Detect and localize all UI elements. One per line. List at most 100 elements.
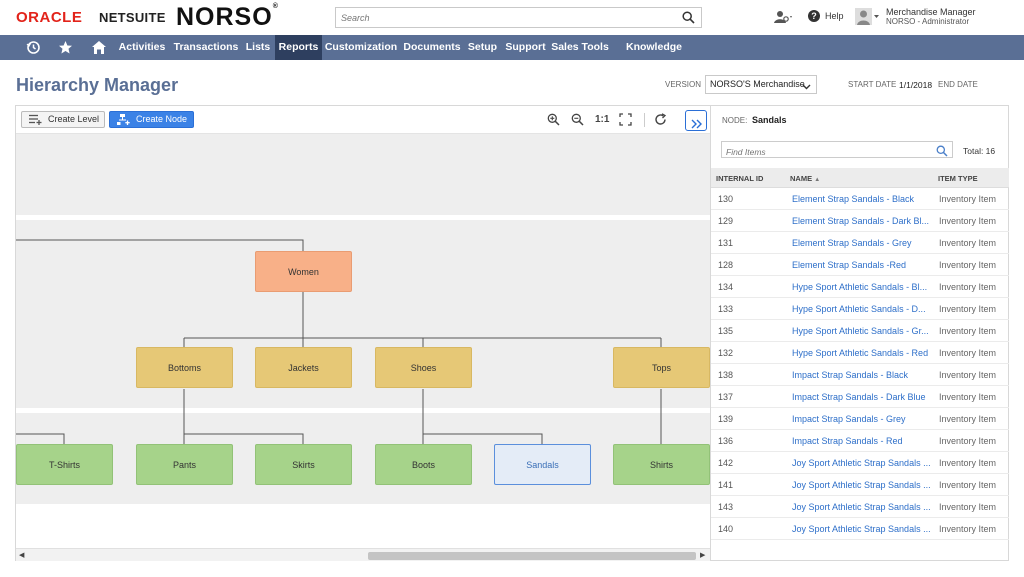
item-type: Inventory Item xyxy=(939,480,997,490)
version-label: VERSION xyxy=(665,80,702,89)
node-women[interactable]: Women xyxy=(255,251,352,292)
nav-activities[interactable]: Activities xyxy=(117,35,167,60)
item-name-link[interactable]: Element Strap Sandals - Dark Bl... xyxy=(792,216,932,226)
item-name-link[interactable]: Joy Sport Athletic Strap Sandals ... xyxy=(792,480,932,490)
table-row[interactable]: 138 Impact Strap Sandals - Black Inventory… xyxy=(711,364,1009,386)
nav-transactions[interactable]: Transactions xyxy=(171,35,241,60)
item-name-link[interactable]: Impact Strap Sandals - Grey xyxy=(792,414,932,424)
create-level-button[interactable]: Create Level xyxy=(21,111,105,128)
node-t-shirts[interactable]: T-Shirts xyxy=(16,444,113,485)
item-name-link[interactable]: Impact Strap Sandals - Red xyxy=(792,436,932,446)
search-icon[interactable] xyxy=(936,144,948,162)
node-items-panel: NODE: Sandals Total: 16 INTERNAL ID NAME… xyxy=(710,106,1009,560)
scroll-right-icon[interactable]: ▶ xyxy=(700,551,705,559)
table-row[interactable]: 128 Element Strap Sandals -Red Inventory I… xyxy=(711,254,1009,276)
item-type: Inventory Item xyxy=(939,326,997,336)
table-row[interactable]: 131 Element Strap Sandals - Grey Inventory… xyxy=(711,232,1009,254)
item-type: Inventory Item xyxy=(939,502,997,512)
find-items-input[interactable] xyxy=(722,144,927,160)
zoom-out-icon[interactable] xyxy=(571,113,584,131)
item-name-link[interactable]: Element Strap Sandals - Grey xyxy=(792,238,932,248)
table-row[interactable]: 142 Joy Sport Athletic Strap Sandals ... I… xyxy=(711,452,1009,474)
node-shoes[interactable]: Shoes xyxy=(375,347,472,388)
fit-screen-icon[interactable] xyxy=(619,113,632,131)
item-name-link[interactable]: Element Strap Sandals - Black xyxy=(792,194,932,204)
hierarchy-canvas[interactable]: Women Bottoms Jackets Shoes Tops T-Shirt… xyxy=(16,134,710,548)
node-boots[interactable]: Boots xyxy=(375,444,472,485)
table-row[interactable]: 137 Impact Strap Sandals - Dark Blue Inven… xyxy=(711,386,1009,408)
scroll-left-icon[interactable]: ◀ xyxy=(19,551,24,559)
table-row[interactable]: 140 Joy Sport Athletic Strap Sandals ... I… xyxy=(711,518,1009,540)
item-internal-id: 138 xyxy=(718,370,734,380)
table-row[interactable]: 143 Joy Sport Athletic Strap Sandals ... I… xyxy=(711,496,1009,518)
history-icon[interactable] xyxy=(26,40,41,60)
search-icon[interactable] xyxy=(682,11,695,29)
table-row[interactable]: 133 Hype Sport Athletic Sandals - D... Inv… xyxy=(711,298,1009,320)
nav-setup[interactable]: Setup xyxy=(466,35,499,60)
column-item-type[interactable]: ITEM TYPE xyxy=(938,174,978,183)
node-skirts[interactable]: Skirts xyxy=(255,444,352,485)
table-row[interactable]: 129 Element Strap Sandals - Dark Bl... Inv… xyxy=(711,210,1009,232)
column-internal-id[interactable]: INTERNAL ID xyxy=(716,174,763,183)
node-jackets[interactable]: Jackets xyxy=(255,347,352,388)
nav-knowledge-base[interactable]: Knowledge Base xyxy=(613,35,695,78)
item-type: Inventory Item xyxy=(939,436,997,446)
node-shirts[interactable]: Shirts xyxy=(613,444,710,485)
user-menu[interactable]: Merchandise Manager NORSO - Administrato… xyxy=(886,8,976,27)
item-name-link[interactable]: Impact Strap Sandals - Dark Blue xyxy=(792,392,932,402)
nav-lists[interactable]: Lists xyxy=(243,35,273,60)
canvas-horizontal-scrollbar[interactable]: ◀ ▶ xyxy=(16,548,710,561)
nav-reports[interactable]: Reports xyxy=(275,35,322,60)
oracle-logo: ORACLE xyxy=(16,9,83,26)
item-name-link[interactable]: Joy Sport Athletic Strap Sandals ... xyxy=(792,458,932,468)
help-link[interactable]: ? Help xyxy=(808,10,844,22)
scrollbar-thumb[interactable] xyxy=(368,552,696,560)
nav-support[interactable]: Support xyxy=(503,35,548,60)
star-icon[interactable] xyxy=(58,40,73,60)
nav-customization[interactable]: Customization xyxy=(324,35,398,60)
column-name[interactable]: NAME ▲ xyxy=(790,174,820,183)
search-input[interactable] xyxy=(336,8,666,28)
item-type: Inventory Item xyxy=(939,524,997,534)
item-name-link[interactable]: Impact Strap Sandals - Black xyxy=(792,370,932,380)
item-name-link[interactable]: Hype Sport Athletic Sandals - Red xyxy=(792,348,932,358)
page-title: Hierarchy Manager xyxy=(16,75,179,95)
nav-documents[interactable]: Documents xyxy=(402,35,462,60)
nav-sales-tools[interactable]: Sales Tools xyxy=(551,35,609,60)
create-node-icon xyxy=(117,114,130,130)
node-pants[interactable]: Pants xyxy=(136,444,233,485)
table-row[interactable]: 141 Joy Sport Athletic Strap Sandals ... I… xyxy=(711,474,1009,496)
node-bottoms[interactable]: Bottoms xyxy=(136,347,233,388)
home-icon[interactable] xyxy=(91,40,107,60)
create-node-button[interactable]: Create Node xyxy=(109,111,194,128)
item-internal-id: 130 xyxy=(718,194,734,204)
table-row[interactable]: 130 Element Strap Sandals - Black Inventor… xyxy=(711,188,1009,210)
table-row[interactable]: 135 Hype Sport Athletic Sandals - Gr... In… xyxy=(711,320,1009,342)
item-name-link[interactable]: Element Strap Sandals -Red xyxy=(792,260,932,270)
table-row[interactable]: 134 Hype Sport Athletic Sandals - Bl... In… xyxy=(711,276,1009,298)
node-sandals[interactable]: Sandals xyxy=(494,444,591,485)
item-name-link[interactable]: Hype Sport Athletic Sandals - D... xyxy=(792,304,932,314)
table-row[interactable]: 132 Hype Sport Athletic Sandals - Red Inve… xyxy=(711,342,1009,364)
item-name-link[interactable]: Hype Sport Athletic Sandals - Gr... xyxy=(792,326,932,336)
version-value: NORSO'S Merchandise xyxy=(710,79,805,89)
table-row[interactable]: 139 Impact Strap Sandals - Grey Inventory … xyxy=(711,408,1009,430)
avatar[interactable] xyxy=(855,8,881,30)
company-logo[interactable]: NORSO® xyxy=(176,3,279,32)
collapse-panel-button[interactable] xyxy=(685,110,707,131)
node-tops[interactable]: Tops xyxy=(613,347,710,388)
total-count: Total: 16 xyxy=(963,146,996,156)
actual-size-button[interactable]: 1:1 xyxy=(595,114,609,125)
item-type: Inventory Item xyxy=(939,216,997,226)
refresh-icon[interactable] xyxy=(654,113,667,131)
table-row[interactable]: 136 Impact Strap Sandals - Red Inventory I… xyxy=(711,430,1009,452)
user-cog-icon[interactable] xyxy=(774,10,794,29)
item-name-link[interactable]: Hype Sport Athletic Sandals - Bl... xyxy=(792,282,932,292)
node-label: NODE: xyxy=(722,116,748,125)
version-select[interactable]: NORSO'S Merchandise xyxy=(705,75,817,94)
item-name-link[interactable]: Joy Sport Athletic Strap Sandals ... xyxy=(792,502,932,512)
item-name-link[interactable]: Joy Sport Athletic Strap Sandals ... xyxy=(792,524,932,534)
item-internal-id: 137 xyxy=(718,392,734,402)
item-internal-id: 140 xyxy=(718,524,734,534)
zoom-in-icon[interactable] xyxy=(547,113,560,131)
